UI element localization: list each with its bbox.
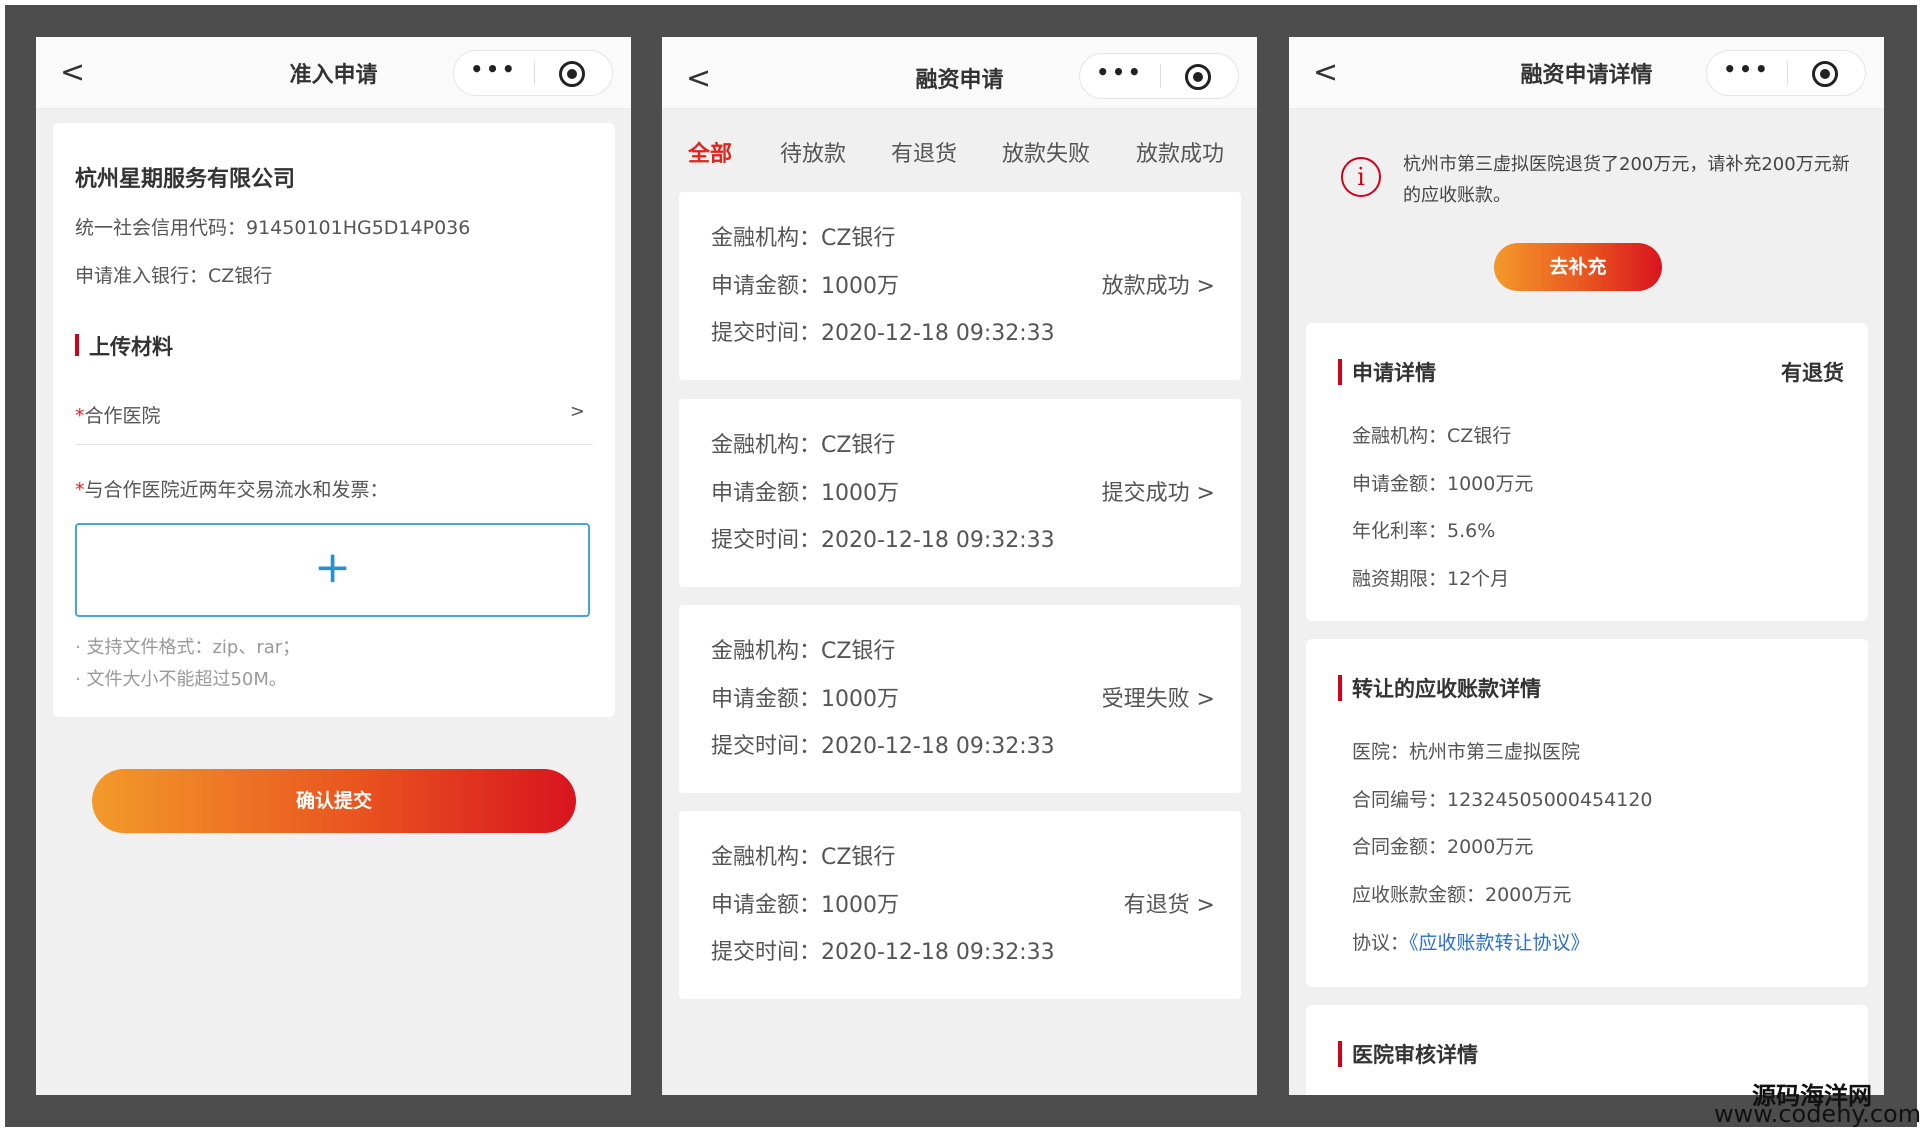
- contract-amount: 合同金额：2000万元: [1352, 836, 1534, 858]
- amount: 申请金额：1000万: [711, 274, 899, 299]
- application-card[interactable]: 金融机构：CZ银行 申请金额：1000万 提交时间：2020-12-18 09:…: [679, 399, 1241, 587]
- amount: 申请金额：1000万: [711, 687, 899, 712]
- financing-term: 融资期限：12个月: [1352, 568, 1510, 590]
- file-size-hint: · 文件大小不能超过50M。: [75, 669, 287, 690]
- mini-program-capsule: •••: [1706, 50, 1866, 96]
- application-detail-card: 申请详情 有退货 金融机构：CZ银行 申请金额：1000万元 年化利率：5.6%…: [1306, 323, 1868, 621]
- apply-bank: 申请准入银行：CZ银行: [75, 265, 273, 287]
- application-card[interactable]: 金融机构：CZ银行 申请金额：1000万 提交时间：2020-12-18 09:…: [679, 605, 1241, 793]
- submit-time: 提交时间：2020-12-18 09:32:33: [711, 734, 1055, 759]
- nav-bar: < 融资申请 •••: [662, 37, 1257, 109]
- amount: 申请金额：1000万: [711, 481, 899, 506]
- application-form-card: 杭州星期服务有限公司 统一社会信用代码：91450101HG5D14P036 申…: [53, 123, 615, 717]
- admission-application-screen: < 准入申请 ••• 杭州星期服务有限公司 统一社会信用代码：91450101H…: [36, 37, 631, 1095]
- plus-icon: +: [314, 542, 351, 593]
- receivable-detail-title: 转让的应收账款详情: [1338, 673, 1541, 703]
- institution: 金融机构：CZ银行: [711, 226, 896, 251]
- hospital: 医院：杭州市第三虚拟医院: [1352, 741, 1581, 763]
- receivable-amount: 应收账款金额：2000万元: [1352, 884, 1572, 906]
- hospital-review-title: 医院审核详情: [1338, 1039, 1478, 1069]
- more-menu-icon[interactable]: •••: [1080, 60, 1160, 84]
- transaction-docs-text: 与合作医院近两年交易流水和发票：: [84, 479, 389, 501]
- institution: 金融机构：CZ银行: [1352, 425, 1512, 447]
- status-badge: 有退货: [1781, 361, 1844, 385]
- capsule-divider: [1787, 61, 1788, 85]
- more-menu-icon[interactable]: •••: [454, 57, 534, 81]
- file-upload-box[interactable]: +: [75, 523, 590, 617]
- required-mark: *: [75, 479, 85, 501]
- application-card[interactable]: 金融机构：CZ银行 申请金额：1000万 提交时间：2020-12-18 09:…: [679, 811, 1241, 999]
- close-target-icon[interactable]: [559, 61, 585, 87]
- partner-hospital-field[interactable]: *合作医院 >: [75, 401, 593, 445]
- nav-bar: < 准入申请 •••: [36, 37, 631, 109]
- mini-program-capsule: •••: [1079, 53, 1239, 99]
- status-link[interactable]: 有退货 >: [1124, 887, 1215, 919]
- institution: 金融机构：CZ银行: [711, 433, 896, 458]
- required-mark: *: [75, 405, 85, 427]
- tab-returned[interactable]: 有退货: [891, 136, 957, 168]
- watermark-url: www.codehy.com: [1714, 1100, 1920, 1128]
- annual-rate: 年化利率：5.6%: [1352, 520, 1496, 542]
- supplement-button[interactable]: 去补充: [1494, 243, 1662, 291]
- contract-number: 合同编号：12324505000454120: [1352, 789, 1653, 811]
- upload-section-title: 上传材料: [75, 331, 173, 361]
- info-alert-icon: i: [1341, 157, 1381, 197]
- company-name: 杭州星期服务有限公司: [75, 167, 296, 192]
- agreement-link[interactable]: 《应收账款转让协议》: [1409, 932, 1590, 954]
- status-link[interactable]: 放款成功 >: [1102, 268, 1215, 300]
- capsule-divider: [1160, 64, 1161, 88]
- agreement-label: 协议：: [1352, 932, 1410, 954]
- close-target-icon[interactable]: [1812, 61, 1838, 87]
- financing-detail-screen: < 融资申请详情 ••• i 杭州市第三虚拟医院退货了200万元，请补充200万…: [1289, 37, 1884, 1095]
- tab-loan-success[interactable]: 放款成功: [1136, 136, 1224, 168]
- transaction-docs-label: *与合作医院近两年交易流水和发票：: [75, 475, 389, 502]
- capsule-divider: [534, 61, 535, 85]
- application-card[interactable]: 金融机构：CZ银行 申请金额：1000万 提交时间：2020-12-18 09:…: [679, 192, 1241, 380]
- institution: 金融机构：CZ银行: [711, 845, 896, 870]
- submit-time: 提交时间：2020-12-18 09:32:33: [711, 940, 1055, 965]
- tab-pending-loan[interactable]: 待放款: [780, 136, 846, 168]
- partner-hospital-label: 合作医院: [84, 405, 161, 427]
- more-menu-icon[interactable]: •••: [1707, 57, 1787, 81]
- tab-loan-failed[interactable]: 放款失败: [1002, 136, 1090, 168]
- tab-all[interactable]: 全部: [688, 136, 732, 168]
- credit-code: 统一社会信用代码：91450101HG5D14P036: [75, 217, 471, 239]
- amount: 申请金额：1000万: [711, 893, 899, 918]
- status-link[interactable]: 受理失败 >: [1102, 681, 1215, 713]
- institution: 金融机构：CZ银行: [711, 639, 896, 664]
- agreement-row: 协议：《应收账款转让协议》: [1352, 928, 1590, 955]
- chevron-right-icon[interactable]: >: [570, 401, 585, 422]
- confirm-submit-button[interactable]: 确认提交: [92, 769, 576, 833]
- file-format-hint: · 支持文件格式：zip、rar；: [75, 637, 301, 658]
- financing-list-screen: < 融资申请 ••• 全部 待放款 有退货 放款失败 放款成功 金融机构：CZ银…: [662, 37, 1257, 1095]
- close-target-icon[interactable]: [1185, 64, 1211, 90]
- amount: 申请金额：1000万元: [1352, 473, 1534, 495]
- status-link[interactable]: 提交成功 >: [1102, 475, 1215, 507]
- mini-program-capsule: •••: [453, 50, 613, 96]
- receivable-detail-card: 转让的应收账款详情 医院：杭州市第三虚拟医院 合同编号：123245050004…: [1306, 639, 1868, 987]
- submit-time: 提交时间：2020-12-18 09:32:33: [711, 528, 1055, 553]
- application-detail-title: 申请详情: [1338, 357, 1436, 387]
- return-alert-message: 杭州市第三虚拟医院退货了200万元，请补充200万元新的应收账款。: [1403, 154, 1850, 206]
- nav-bar: < 融资申请详情 •••: [1289, 37, 1884, 109]
- submit-time: 提交时间：2020-12-18 09:32:33: [711, 321, 1055, 346]
- status-tabs: 全部 待放款 有退货 放款失败 放款成功: [662, 110, 1257, 190]
